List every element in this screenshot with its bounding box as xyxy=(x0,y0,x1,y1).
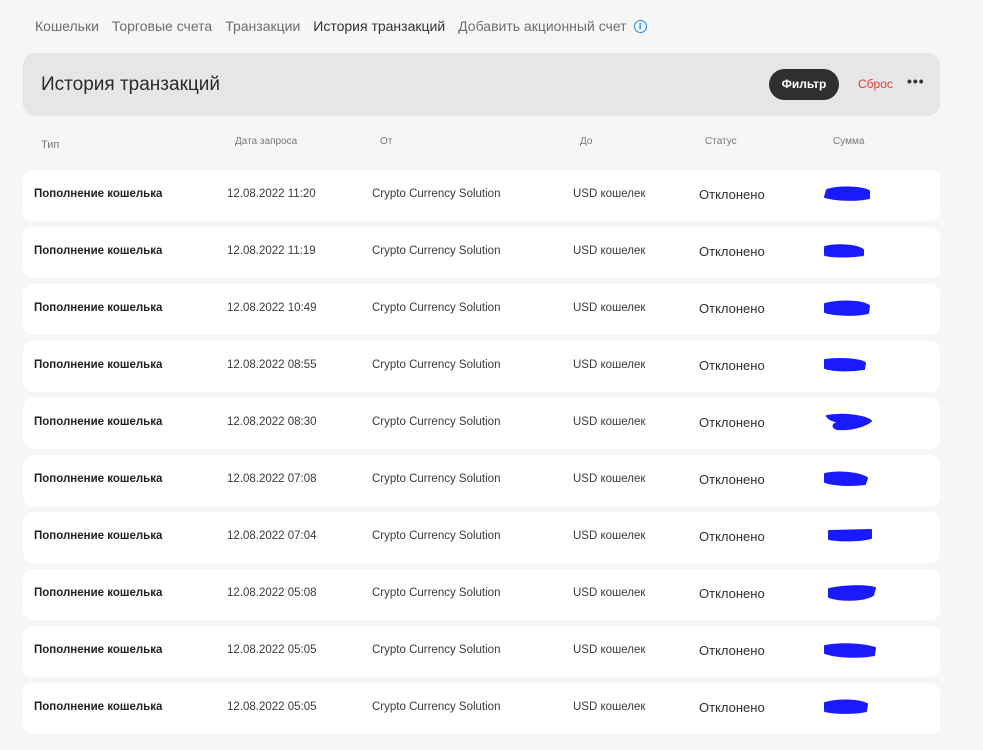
row-status: Отклонено xyxy=(699,358,765,373)
row-from: Crypto Currency Solution xyxy=(372,359,501,371)
column-header-date: Дата запроса xyxy=(235,136,298,147)
redaction-mark xyxy=(824,699,868,714)
row-from: Crypto Currency Solution xyxy=(372,530,501,542)
tab-transaction-history[interactable]: История транзакций xyxy=(313,18,445,34)
row-date: 12.08.2022 10:49 xyxy=(227,302,317,314)
row-status: Отклонено xyxy=(699,415,765,430)
row-status: Отклонено xyxy=(699,700,765,715)
row-amount-redacted xyxy=(821,412,877,436)
row-date: 12.08.2022 08:30 xyxy=(227,416,317,428)
row-status: Отклонено xyxy=(699,643,765,658)
page-title: История транзакций xyxy=(41,74,220,95)
row-type: Пополнение кошелька xyxy=(34,416,163,428)
top-nav: Кошельки Торговые счета Транзакции Истор… xyxy=(35,18,647,34)
redaction-mark xyxy=(826,413,872,431)
redaction-mark xyxy=(824,186,870,201)
table-row[interactable]: Пополнение кошелька 12.08.2022 10:49 Crypt… xyxy=(23,284,940,335)
row-type: Пополнение кошелька xyxy=(34,587,163,599)
column-header-type: Тип xyxy=(41,139,60,151)
reset-button[interactable]: Сброс xyxy=(858,77,893,91)
row-to: USD кошелек xyxy=(573,245,646,257)
row-date: 12.08.2022 11:19 xyxy=(227,245,316,257)
redaction-mark xyxy=(824,358,866,372)
tab-trading-accounts[interactable]: Торговые счета xyxy=(112,18,212,34)
table-row[interactable]: Пополнение кошелька 12.08.2022 08:30 Crypt… xyxy=(23,398,940,449)
row-type: Пополнение кошелька xyxy=(34,530,163,542)
table-row[interactable]: Пополнение кошелька 12.08.2022 07:08 Crypt… xyxy=(23,455,940,506)
row-date: 12.08.2022 11:20 xyxy=(227,188,316,200)
tab-add-promo-account[interactable]: Добавить акционный счет xyxy=(458,18,626,34)
row-status: Отклонено xyxy=(699,472,765,487)
redaction-mark xyxy=(824,244,864,258)
table-row[interactable]: Пополнение кошелька 12.08.2022 11:19 Crypt… xyxy=(23,227,940,278)
row-amount-redacted xyxy=(821,583,877,607)
row-to: USD кошелек xyxy=(573,530,646,542)
redaction-mark xyxy=(824,471,868,487)
row-from: Crypto Currency Solution xyxy=(372,473,501,485)
table-row[interactable]: Пополнение кошелька 12.08.2022 11:20 Crypt… xyxy=(23,170,940,221)
more-options-icon[interactable]: ••• xyxy=(907,73,925,89)
row-date: 12.08.2022 07:04 xyxy=(227,530,317,542)
row-amount-redacted xyxy=(821,355,877,379)
row-from: Crypto Currency Solution xyxy=(372,245,501,257)
tab-wallets[interactable]: Кошельки xyxy=(35,18,99,34)
row-from: Crypto Currency Solution xyxy=(372,188,501,200)
table-row[interactable]: Пополнение кошелька 12.08.2022 05:05 Crypt… xyxy=(23,683,940,734)
redaction-mark xyxy=(828,585,876,601)
row-amount-redacted xyxy=(821,184,877,208)
row-status: Отклонено xyxy=(699,187,765,202)
row-to: USD кошелек xyxy=(573,416,646,428)
column-header-amount: Сумма xyxy=(833,136,865,147)
row-status: Отклонено xyxy=(699,301,765,316)
tab-transactions[interactable]: Транзакции xyxy=(225,18,300,34)
redaction-mark xyxy=(824,643,876,658)
row-type: Пополнение кошелька xyxy=(34,473,163,485)
row-to: USD кошелек xyxy=(573,359,646,371)
redaction-mark xyxy=(824,300,870,316)
row-amount-redacted xyxy=(821,241,877,265)
table-row[interactable]: Пополнение кошелька 12.08.2022 08:55 Crypt… xyxy=(23,341,940,392)
row-date: 12.08.2022 07:08 xyxy=(227,473,317,485)
row-from: Crypto Currency Solution xyxy=(372,587,501,599)
table-row[interactable]: Пополнение кошелька 12.08.2022 07:04 Crypt… xyxy=(23,512,940,563)
row-to: USD кошелек xyxy=(573,473,646,485)
info-icon[interactable]: i xyxy=(633,19,647,33)
row-type: Пополнение кошелька xyxy=(34,644,163,656)
row-amount-redacted xyxy=(821,526,877,550)
row-date: 12.08.2022 05:05 xyxy=(227,644,317,656)
row-to: USD кошелек xyxy=(573,587,646,599)
row-from: Crypto Currency Solution xyxy=(372,302,501,314)
row-to: USD кошелек xyxy=(573,701,646,713)
row-date: 12.08.2022 08:55 xyxy=(227,359,317,371)
row-status: Отклонено xyxy=(699,244,765,259)
row-type: Пополнение кошелька xyxy=(34,701,163,713)
filter-button[interactable]: Фильтр xyxy=(769,69,839,100)
table-row[interactable]: Пополнение кошелька 12.08.2022 05:05 Crypt… xyxy=(23,626,940,677)
row-to: USD кошелек xyxy=(573,302,646,314)
column-header-to: До xyxy=(580,136,593,147)
row-from: Crypto Currency Solution xyxy=(372,644,501,656)
row-date: 12.08.2022 05:05 xyxy=(227,701,317,713)
row-to: USD кошелек xyxy=(573,188,646,200)
row-amount-redacted xyxy=(821,469,877,493)
row-type: Пополнение кошелька xyxy=(34,359,163,371)
row-from: Crypto Currency Solution xyxy=(372,416,501,428)
row-amount-redacted xyxy=(821,640,877,664)
column-header-from: От xyxy=(380,136,393,147)
row-type: Пополнение кошелька xyxy=(34,302,163,314)
row-amount-redacted xyxy=(821,298,877,322)
row-status: Отклонено xyxy=(699,529,765,544)
column-header-status: Статус xyxy=(705,136,737,147)
table-row[interactable]: Пополнение кошелька 12.08.2022 05:08 Crypt… xyxy=(23,569,940,620)
redaction-mark xyxy=(828,529,872,542)
row-type: Пополнение кошелька xyxy=(34,188,163,200)
row-type: Пополнение кошелька xyxy=(34,245,163,257)
row-date: 12.08.2022 05:08 xyxy=(227,587,317,599)
row-from: Crypto Currency Solution xyxy=(372,701,501,713)
page-header: История транзакций Фильтр Сброс ••• xyxy=(23,53,940,116)
row-amount-redacted xyxy=(821,697,877,721)
row-to: USD кошелек xyxy=(573,644,646,656)
row-status: Отклонено xyxy=(699,586,765,601)
